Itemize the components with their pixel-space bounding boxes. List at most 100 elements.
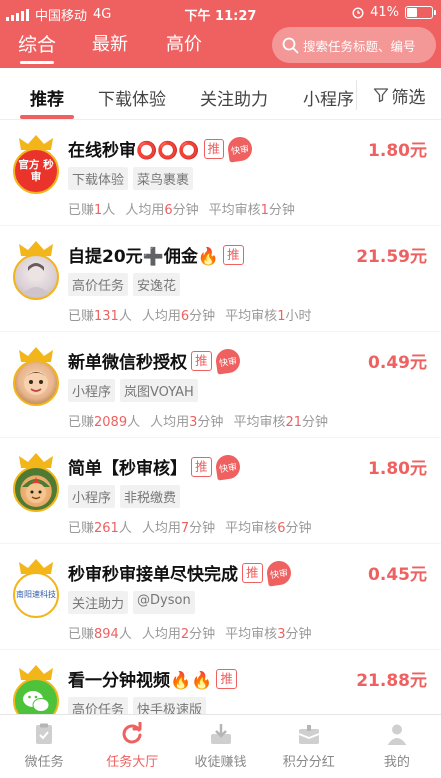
- wechat-avatar: [13, 678, 59, 714]
- review-time: 1: [260, 203, 269, 218]
- nav-label: 积分分红: [282, 755, 335, 770]
- task-stats: 已赚2089人 人均用3分钟 平均审核21分钟: [68, 411, 328, 430]
- earned-suffix: 人: [127, 415, 141, 430]
- review-prefix: 平均审核: [233, 415, 286, 430]
- task-title-row: 自提20元➕佣金🔥 推: [68, 242, 244, 267]
- task-item[interactable]: 看一分钟视频🔥🔥 推 21.88元 高价任务 快手极速版: [0, 650, 441, 714]
- review-unit: 分钟: [268, 203, 295, 218]
- fast-review-badge: 快审: [226, 134, 254, 163]
- search-input[interactable]: 搜索任务标题、编号: [272, 27, 436, 63]
- person-icon: [384, 721, 410, 747]
- fast-review-badge: 快审: [213, 346, 242, 375]
- search-placeholder: 搜索任务标题、编号: [303, 38, 416, 54]
- task-tag: 关注助力: [68, 591, 129, 614]
- task-title-row: 简单【秒审核】 推 快审: [68, 452, 242, 481]
- task-title-row: 新单微信秒授权 推 快审: [68, 346, 242, 375]
- task-title: 简单【秒审核】: [68, 459, 187, 479]
- earned-prefix: 已赚: [68, 521, 95, 536]
- earned-prefix: 已赚: [68, 203, 95, 218]
- nav-label: 我的: [383, 755, 410, 770]
- nav-label: 任务大厅: [106, 755, 159, 770]
- task-tag: 安逸花: [133, 273, 181, 296]
- tab-download-experience[interactable]: 下载体验: [98, 85, 166, 110]
- task-title: 秒审秒审接单尽快完成: [68, 565, 238, 585]
- task-avatar: [12, 240, 60, 300]
- task-stats: 已赚1人 人均用6分钟 平均审核1分钟: [68, 199, 295, 218]
- task-price: 21.88元: [356, 671, 427, 691]
- nav-mine[interactable]: 我的: [353, 715, 441, 778]
- task-item[interactable]: 南阳速科技 秒审秒审接单尽快完成 推 快审 0.45元 关注助力 @Dyson …: [0, 544, 441, 649]
- review-time: 21: [285, 415, 302, 430]
- earned-prefix: 已赚: [68, 627, 95, 642]
- tab-recommended[interactable]: 推荐: [20, 85, 74, 119]
- task-title: 新单微信秒授权: [68, 353, 187, 373]
- task-stats: 已赚894人 人均用2分钟 平均审核3分钟: [68, 623, 311, 642]
- tab-follow-support[interactable]: 关注助力: [200, 85, 268, 110]
- category-tabs: 推荐 下载体验 关注助力 小程序 筛选: [0, 68, 441, 120]
- earned-count: 2089: [94, 415, 128, 430]
- task-item[interactable]: 新单微信秒授权 推 快审 0.49元 小程序 岚图VOYAH 已赚2089人 人均…: [0, 332, 441, 437]
- task-item[interactable]: 自提20元➕佣金🔥 推 21.59元 高价任务 安逸花 已赚131人 人均用6分钟…: [0, 226, 441, 331]
- task-title-row: 看一分钟视频🔥🔥 推: [68, 666, 237, 691]
- avg-unit: 分钟: [189, 627, 216, 642]
- nav-micro-task[interactable]: 微任务: [0, 715, 88, 778]
- cartoon-soldier-avatar: [13, 466, 59, 512]
- tab-comprehensive[interactable]: 综合: [18, 30, 56, 64]
- earned-suffix: 人: [118, 627, 132, 642]
- review-unit: 小时: [285, 309, 312, 324]
- task-avatar: 南阳速科技: [12, 558, 60, 618]
- official-instant-review-avatar: 官方 秒审: [13, 148, 59, 194]
- review-prefix: 平均审核: [225, 627, 278, 642]
- avg-unit: 分钟: [189, 309, 216, 324]
- earned-suffix: 人: [118, 309, 132, 324]
- review-unit: 分钟: [285, 627, 312, 642]
- task-item[interactable]: 简单【秒审核】 推 快审 1.80元 小程序 非税缴费 已赚261人 人均用7分钟…: [0, 438, 441, 543]
- task-tag: 小程序: [68, 485, 116, 508]
- filter-label: 筛选: [391, 87, 426, 108]
- task-stats: 已赚261人 人均用7分钟 平均审核6分钟: [68, 517, 311, 536]
- recommend-badge: 推: [191, 350, 212, 371]
- tab-high-price[interactable]: 高价: [166, 30, 202, 56]
- task-tag: @Dyson: [133, 591, 195, 614]
- earned-suffix: 人: [102, 203, 116, 218]
- task-price: 0.49元: [368, 353, 427, 373]
- task-title-row: 秒审秒审接单尽快完成 推 快审: [68, 558, 293, 587]
- review-prefix: 平均审核: [225, 309, 278, 324]
- avg-time: 7: [180, 521, 190, 536]
- avg-time: 2: [180, 627, 190, 642]
- earned-prefix: 已赚: [68, 415, 95, 430]
- nav-recruit-earn[interactable]: 收徒赚钱: [176, 715, 264, 778]
- bottom-nav: 微任务 任务大厅 收徒赚钱 积分分红 我的: [0, 714, 441, 778]
- task-avatar: [12, 452, 60, 512]
- filter-button[interactable]: 筛选: [356, 80, 441, 110]
- task-tag: 下载体验: [68, 167, 129, 190]
- tab-latest[interactable]: 最新: [92, 30, 128, 56]
- task-price: 0.45元: [368, 565, 427, 585]
- top-nav: 综合 最新 高价 搜索任务标题、编号: [0, 26, 441, 68]
- task-tags: 小程序 岚图VOYAH: [68, 379, 198, 402]
- task-tag: 高价任务: [68, 697, 129, 714]
- task-tags: 下载体验 菜鸟裹裹: [68, 167, 194, 190]
- task-tag: 非税缴费: [120, 485, 181, 508]
- task-item[interactable]: 官方 秒审 在线秒审⭕⭕⭕ 推 快审 1.80元 下载体验 菜鸟裹裹 已赚 1 人人…: [0, 120, 441, 225]
- tab-mini-program[interactable]: 小程序: [303, 85, 354, 110]
- recommend-badge: 推: [203, 138, 225, 159]
- recommend-badge: 推: [242, 562, 263, 583]
- earned-count: 261: [94, 521, 119, 536]
- task-avatar: [12, 664, 60, 714]
- nav-task-hall[interactable]: 任务大厅: [88, 715, 176, 778]
- nav-label: 微任务: [24, 755, 64, 770]
- task-tag: 高价任务: [68, 273, 129, 296]
- recommend-badge: 推: [223, 244, 244, 265]
- task-tags: 小程序 非税缴费: [68, 485, 181, 508]
- task-avatar: [12, 346, 60, 406]
- status-bar: 中国移动 4G 下午 11:27 41%: [0, 0, 441, 26]
- avg-prefix: 人均用: [141, 521, 181, 536]
- avg-time: 6: [180, 309, 190, 324]
- task-title: 看一分钟视频🔥🔥: [68, 671, 213, 691]
- alarm-lock-icon: [352, 6, 364, 19]
- nav-label: 收徒赚钱: [194, 755, 247, 770]
- review-prefix: 平均审核: [208, 203, 261, 218]
- task-tags: 关注助力 @Dyson: [68, 591, 195, 614]
- nav-points-dividend[interactable]: 积分分红: [265, 715, 353, 778]
